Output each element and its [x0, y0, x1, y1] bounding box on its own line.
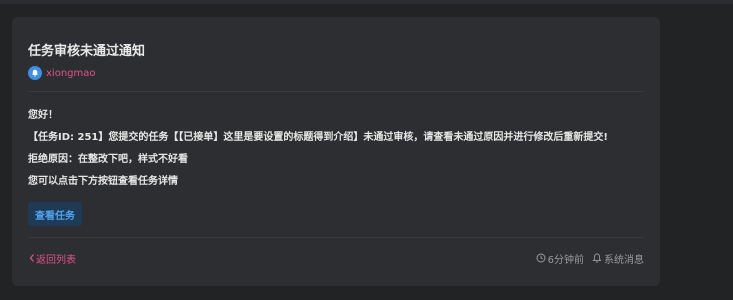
- bell-icon: [592, 253, 602, 263]
- bell-avatar-icon: [28, 66, 42, 80]
- notification-card: 任务审核未通过通知 xiongmao 您好！ 【任务ID: 251】您提交的任务…: [12, 17, 660, 286]
- clock-icon: [536, 253, 546, 263]
- greeting-text: 您好！: [28, 110, 58, 121]
- view-task-button[interactable]: 查看任务: [28, 202, 82, 226]
- author-info[interactable]: xiongmao: [28, 65, 96, 81]
- category: 系统消息: [592, 251, 644, 266]
- notification-title: 任务审核未通过通知: [28, 44, 146, 59]
- card-footer: 返回列表 6分钟前 系统消息: [28, 250, 644, 266]
- back-label: 返回列表: [36, 254, 76, 266]
- header-divider: [28, 91, 644, 92]
- time-ago: 6分钟前: [536, 251, 584, 266]
- time-ago-text: 6分钟前: [547, 254, 584, 266]
- notification-body: 您好！ 【任务ID: 251】您提交的任务【【已接单】这里是要设置的标题得到介绍…: [28, 105, 652, 193]
- footer-divider: [28, 237, 644, 238]
- back-to-list-link[interactable]: 返回列表: [28, 251, 76, 266]
- top-bar: [0, 0, 733, 4]
- chevron-left-icon: [29, 254, 34, 262]
- category-text: 系统消息: [604, 254, 644, 266]
- meta-info: 6分钟前 系统消息: [528, 251, 644, 266]
- right-empty-panel: [668, 4, 733, 300]
- message-text: 【任务ID: 251】您提交的任务【【已接单】这里是要设置的标题得到介绍】未通过…: [28, 132, 608, 143]
- reason-text: 拒绝原因：在整改下吧，样式不好看: [28, 154, 188, 165]
- author-name[interactable]: xiongmao: [46, 68, 96, 79]
- hint-text: 您可以点击下方按钮查看任务详情: [28, 176, 178, 187]
